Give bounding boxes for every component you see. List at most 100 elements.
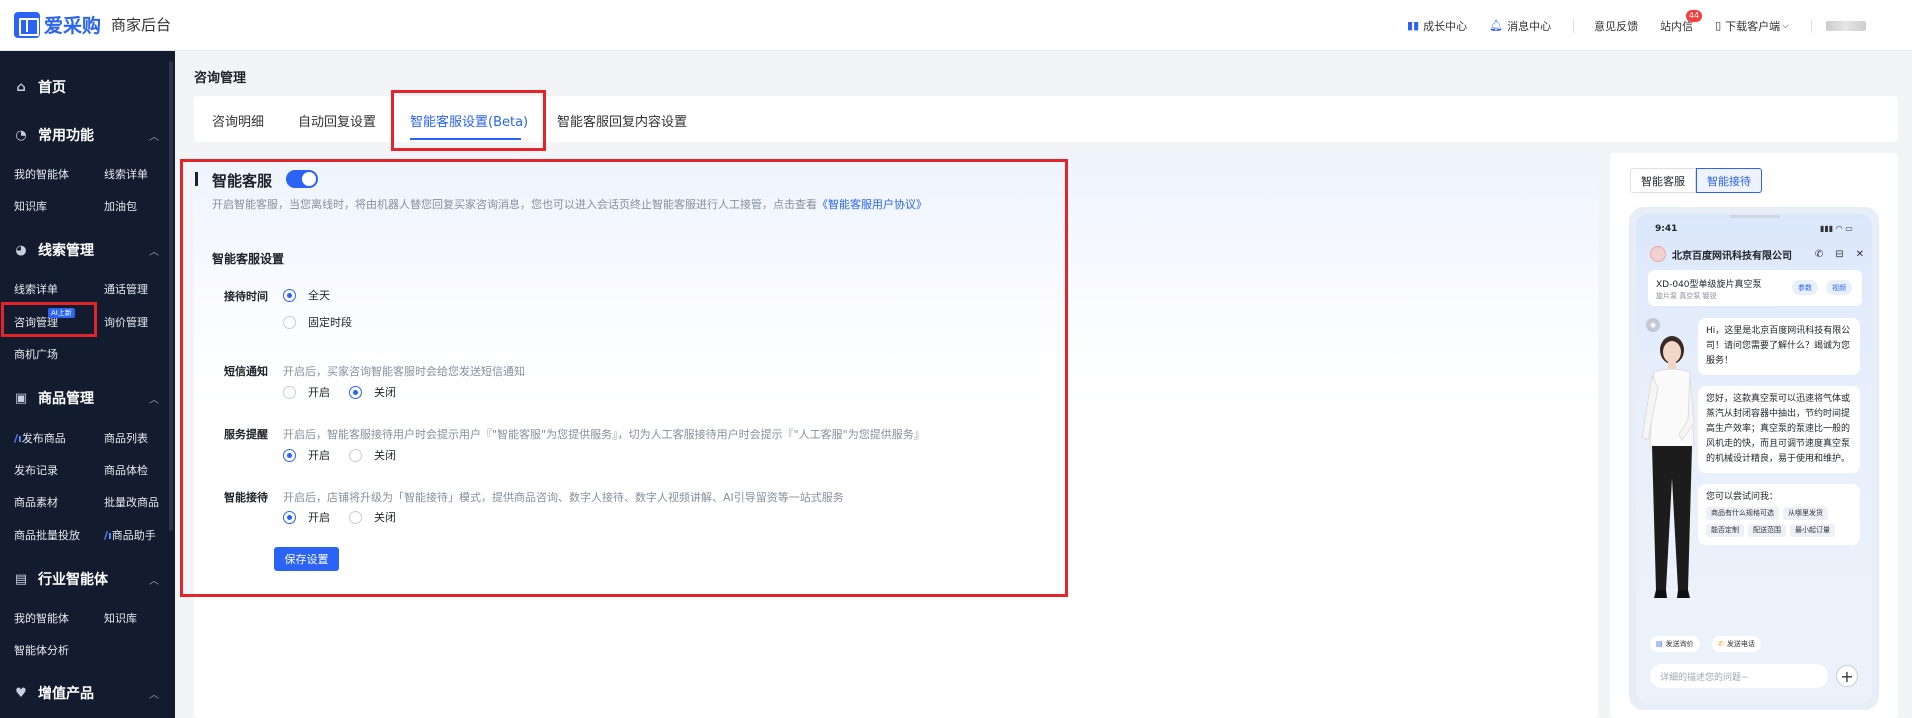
tab-smart-reply-content[interactable]: 智能客服回复内容设置 — [557, 111, 687, 130]
suggestion-chip[interactable]: 能否定制 — [1706, 524, 1744, 537]
sms-help: 开启后，买家咨询智能客服时会给您发送短信通知 — [283, 365, 525, 378]
logo[interactable]: 爱采购 商家后台 — [14, 11, 171, 38]
radio-dot — [283, 510, 296, 524]
store-icon[interactable]: ⊟ — [1835, 249, 1843, 260]
phone-call-icon[interactable]: ✆ — [1815, 249, 1823, 260]
feedback-link[interactable]: 意见反馈 — [1594, 18, 1638, 34]
section-title: 智能客服 — [212, 172, 273, 190]
inquiry-icon: ▤ — [1656, 640, 1663, 648]
divider — [1573, 18, 1575, 33]
radio-reception-on[interactable]: 开启 — [283, 509, 330, 525]
sidebar-item-product-assistant[interactable]: /ı商品助手 — [104, 527, 156, 543]
ai-icon: /ı — [104, 529, 112, 542]
tab-smart-service[interactable]: 智能客服设置(Beta) — [410, 111, 528, 130]
sidebar-section-products[interactable]: ▣ 商品管理 ︿ — [14, 388, 159, 408]
product-tags: 旋片泵 真空泵 镀锐 — [1656, 292, 1717, 300]
settings-subtitle: 智能客服设置 — [212, 252, 285, 266]
radio-reception-off[interactable]: 关闭 — [349, 509, 396, 525]
smart-reception-help: 开启后，店铺将升级为「智能接待」模式，提供商品咨询、数字人接待、数字人视频讲解、… — [283, 491, 844, 504]
radio-dot — [283, 315, 296, 329]
radio-fixed-period[interactable]: 固定时段 — [283, 314, 352, 330]
radio-hint-off[interactable]: 关闭 — [349, 447, 396, 463]
save-settings-button[interactable]: 保存设置 — [274, 547, 339, 571]
radio-sms-off[interactable]: 关闭 — [349, 384, 396, 400]
radio-dot — [283, 385, 296, 399]
suggestion-chip[interactable]: 商品有什么规格可选 — [1706, 507, 1779, 520]
sidebar-item-product-check[interactable]: 商品体检 — [104, 462, 148, 478]
status-icons: ▮▮▮ ◠ ▭ — [1820, 224, 1853, 233]
preview-tabs: 智能客服 智能接待 — [1630, 168, 1762, 193]
suggestion-chip[interactable]: 最小起订量 — [1790, 524, 1835, 537]
sidebar-item-batch-deploy[interactable]: 商品批量投放 — [14, 527, 80, 543]
radio-all-day[interactable]: 全天 — [283, 287, 330, 303]
download-client-label: 下载客户端 — [1725, 19, 1781, 33]
tab-auto-reply[interactable]: 自动回复设置 — [298, 111, 376, 130]
tab-consult-detail[interactable]: 咨询明细 — [212, 111, 264, 130]
radio-sms-on[interactable]: 开启 — [283, 384, 330, 400]
chat-input[interactable]: 详细的描述您的问题~ — [1650, 664, 1828, 688]
suggestion-chip[interactable]: 从哪里发货 — [1783, 507, 1828, 520]
sidebar-item-knowledge[interactable]: 知识库 — [14, 198, 47, 214]
download-client-link[interactable]: ▯ 下载客户端 ⌵ — [1715, 18, 1789, 34]
active-tab-underline — [410, 138, 521, 140]
send-inquiry-button[interactable]: ▤ 发送询价 — [1650, 636, 1700, 652]
sidebar-item-inquiry-mgmt[interactable]: 询价管理 — [104, 314, 148, 330]
preview-tab-smart-reception[interactable]: 智能接待 — [1696, 168, 1762, 193]
smart-service-toggle[interactable] — [286, 170, 318, 188]
phone-icon: ▯ — [1715, 19, 1722, 32]
sidebar-item-publish-log[interactable]: 发布记录 — [14, 462, 58, 478]
sidebar-item-publish-product[interactable]: /ı发布商品 — [14, 430, 66, 446]
section-marker — [195, 172, 198, 186]
sidebar-item-my-agent[interactable]: 我的智能体 — [14, 166, 69, 182]
sidebar-item-lead-detail[interactable]: 线索详单 — [104, 166, 148, 182]
sidebar-item-agent-analysis[interactable]: 智能体分析 — [14, 642, 69, 658]
params-button[interactable]: 参数 — [1792, 280, 1818, 295]
sidebar-item-biz-square[interactable]: 商机广场 — [14, 346, 58, 362]
inbox-badge: 44 — [1685, 9, 1703, 22]
preview-tab-smart-service[interactable]: 智能客服 — [1630, 168, 1696, 193]
section-description: 开启智能客服，当您离线时，将由机器人替您回复买家咨询消息，您也可以进入会话页终止… — [212, 196, 927, 212]
sidebar-item-batch-edit[interactable]: 批量改商品 — [104, 494, 159, 510]
home-icon: ⌂ — [16, 79, 26, 95]
chevron-up-icon: ︿ — [149, 246, 159, 258]
sidebar-item-my-agent-2[interactable]: 我的智能体 — [14, 610, 69, 626]
agreement-link[interactable]: 《智能客服用户协议》 — [817, 198, 927, 211]
radio-dot — [283, 288, 296, 302]
ai-new-tag: AI上新 — [48, 308, 75, 318]
suggestion-chip[interactable]: 配送范围 — [1748, 524, 1786, 537]
message-center-link[interactable]: 🔔︎ 消息中心 — [1489, 18, 1551, 34]
sidebar-item-call-mgmt[interactable]: 通话管理 — [104, 281, 148, 297]
inbox-link[interactable]: 站内信 44 — [1660, 9, 1703, 34]
radio-label: 开启 — [308, 511, 330, 524]
sidebar-section-industry-agent[interactable]: ▤ 行业智能体 ︿ — [14, 569, 159, 589]
sidebar-item-lead-detail-2[interactable]: 线索详单 — [14, 281, 58, 297]
sidebar-item-knowledge-2[interactable]: 知识库 — [104, 610, 137, 626]
chevron-up-icon: ︿ — [149, 575, 159, 587]
section-title: 增值产品 — [38, 686, 94, 702]
sidebar-item-product-material[interactable]: 商品素材 — [14, 494, 58, 510]
message-center-label: 消息中心 — [1507, 19, 1552, 33]
sidebar-item-addon[interactable]: 加油包 — [104, 198, 137, 214]
close-icon[interactable]: ✕ — [1856, 249, 1864, 260]
reception-time-label: 接待时间 — [224, 290, 268, 303]
sidebar-section-value-added[interactable]: ♥ 增值产品 ︿ — [14, 683, 159, 703]
sidebar-section-common[interactable]: ◔ 常用功能 ︿ — [14, 125, 159, 145]
radio-label: 全天 — [308, 289, 330, 302]
logo-icon — [14, 11, 40, 38]
sidebar-home-label: 首页 — [38, 80, 66, 96]
link-label: 发布商品 — [21, 432, 66, 445]
radio-dot — [349, 385, 362, 399]
sidebar-section-leads[interactable]: ◕ 线索管理 ︿ — [14, 240, 159, 260]
growth-center-link[interactable]: ▮▮ 成长中心 — [1407, 18, 1467, 34]
sidebar-item-home[interactable]: ⌂ 首页 — [14, 77, 66, 97]
sidebar-scrollbar[interactable] — [169, 61, 173, 531]
radio-dot — [349, 448, 362, 462]
quick-label: 发送询价 — [1665, 640, 1694, 648]
plus-icon[interactable]: + — [1836, 665, 1858, 687]
link-label: 商品助手 — [111, 529, 156, 542]
send-phone-button[interactable]: ✆ 发送电话 — [1712, 636, 1761, 652]
sidebar-item-product-list[interactable]: 商品列表 — [104, 430, 148, 446]
radio-hint-on[interactable]: 开启 — [283, 447, 330, 463]
video-button[interactable]: 视频 — [1826, 280, 1852, 295]
avatar[interactable] — [1826, 20, 1866, 31]
